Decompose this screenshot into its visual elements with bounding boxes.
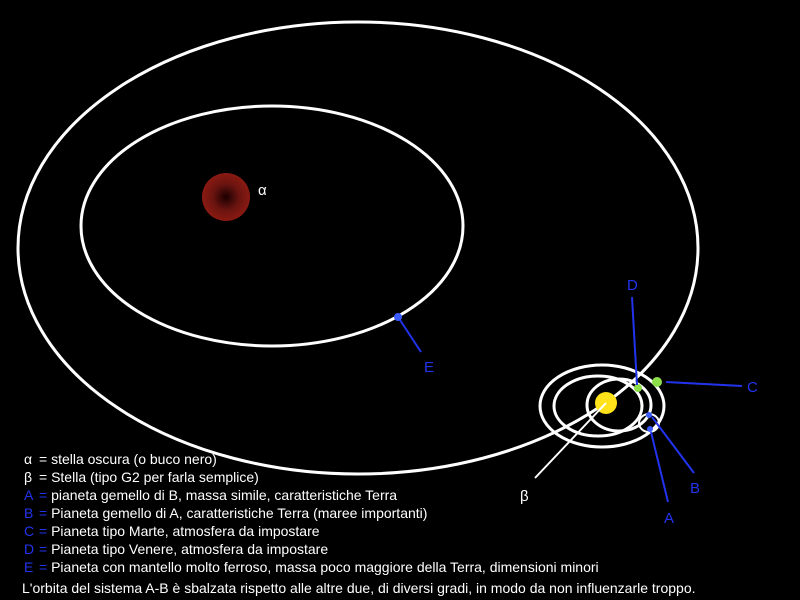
label-a: A: [664, 510, 675, 527]
legend-separator: =: [39, 487, 48, 503]
inner-orbit: [79, 104, 465, 348]
legend: α = stella oscura (o buco nero) β = Stella…: [24, 450, 599, 576]
legend-row-e: E = Pianeta con mantello molto ferroso, m…: [24, 558, 599, 576]
pointer-a: [650, 431, 669, 503]
legend-row-beta: β = Stella (tipo G2 per farla semplice): [24, 468, 599, 486]
legend-text: Pianeta tipo Venere, atmosfera da impost…: [51, 541, 329, 557]
legend-text: pianeta gemello di B, massa simile, cara…: [51, 487, 398, 503]
legend-text: Pianeta con mantello molto ferroso, mass…: [51, 559, 599, 575]
label-b: B: [690, 480, 701, 497]
legend-text: Pianeta tipo Marte, atmosfera da imposta…: [51, 523, 320, 539]
legend-separator: =: [39, 523, 48, 539]
label-c: C: [747, 379, 758, 396]
planet-d: [634, 384, 642, 392]
legend-text: Pianeta gemello di A, caratteristiche Te…: [51, 505, 428, 521]
legend-separator: =: [39, 451, 48, 467]
planet-b: [646, 412, 652, 418]
legend-separator: =: [39, 505, 48, 521]
legend-text: Stella (tipo G2 per farla semplice): [51, 469, 259, 485]
legend-row-c: C = Pianeta tipo Marte, atmosfera da impo…: [24, 522, 599, 540]
star-alpha: [202, 173, 250, 221]
planet-c: [652, 377, 662, 387]
legend-symbol: C: [24, 523, 35, 539]
label-alpha: α: [258, 182, 267, 199]
orbit-note: L'orbita del sistema A-B è sbalzata risp…: [22, 580, 696, 596]
legend-symbol: α: [24, 451, 33, 467]
label-d: D: [627, 277, 638, 294]
legend-symbol: E: [24, 559, 34, 575]
legend-symbol: A: [24, 487, 34, 503]
legend-row-b: B = Pianeta gemello di A, caratteristiche…: [24, 504, 599, 522]
legend-symbol: B: [24, 505, 34, 521]
legend-separator: =: [39, 469, 48, 485]
label-e: E: [424, 359, 435, 376]
legend-symbol: β: [24, 469, 33, 485]
planet-a: [647, 426, 653, 432]
pointer-e: [399, 319, 422, 353]
legend-separator: =: [39, 559, 48, 575]
legend-symbol: D: [24, 541, 35, 557]
legend-separator: =: [39, 541, 48, 557]
legend-row-alpha: α = stella oscura (o buco nero): [24, 450, 599, 468]
pointer-c: [665, 381, 743, 387]
legend-row-d: D = Pianeta tipo Venere, atmosfera da imp…: [24, 540, 599, 558]
legend-text: stella oscura (o buco nero): [51, 451, 217, 467]
legend-row-a: A = pianeta gemello di B, massa simile, c…: [24, 486, 599, 504]
